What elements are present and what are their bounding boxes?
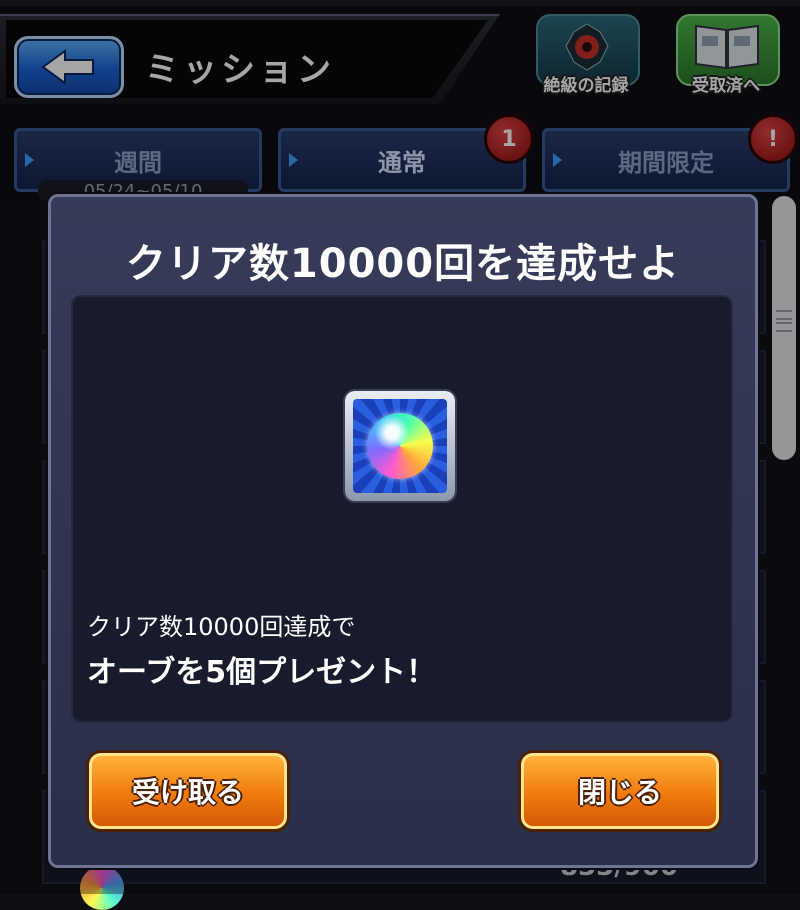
reward-panel: クリア数10000回達成で オーブを5個プレゼント！ — [71, 295, 733, 723]
rainbow-orb-icon — [367, 413, 433, 479]
receive-button[interactable]: 受け取る — [89, 753, 287, 829]
reward-description-line2: オーブを5個プレゼント！ — [87, 655, 437, 690]
reward-item-background — [353, 399, 447, 493]
close-button[interactable]: 閉じる — [521, 753, 719, 829]
reward-description-line1: クリア数10000回達成で — [87, 613, 356, 641]
reward-item-frame — [345, 391, 455, 501]
mission-detail-dialog: クリア数10000回を達成せよ クリア数10000回達成で オーブを5個プレゼン… — [48, 194, 758, 868]
dialog-title: クリア数10000回を達成せよ — [125, 241, 681, 287]
